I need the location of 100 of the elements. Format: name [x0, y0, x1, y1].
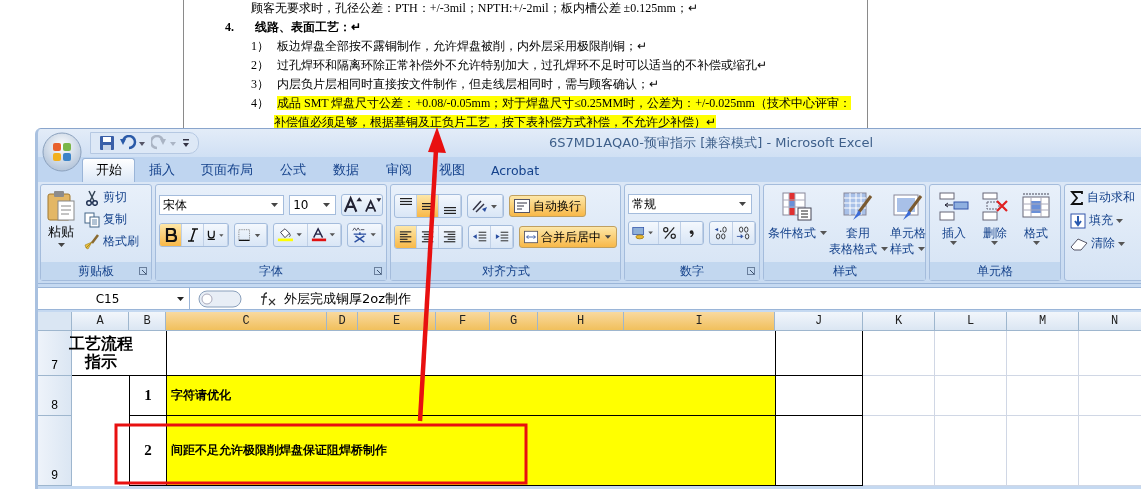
group-label: 数字: [680, 262, 704, 280]
ribbon-button[interactable]: 复制: [82, 210, 141, 229]
row-header[interactable]: 8: [38, 376, 72, 416]
decimal-icon: [713, 225, 729, 241]
paragraph-text: 成品 SMT 焊盘尺寸公差：+0.08/-0.05mm；对于焊盘尺寸≤0.25MM时，公差为：+/-0.025mm（技术中心评审：: [277, 96, 851, 110]
font-color-icon: [310, 227, 338, 243]
list-number: 1）: [251, 38, 270, 55]
paragraph-text: 过孔焊环和隔离环除正常补偿外不允许特别加大，过孔焊环不足时可以适当的不补偿或缩孔↵: [277, 58, 767, 72]
ribbon-button[interactable]: 清除: [1068, 234, 1141, 253]
currency-button[interactable]: [629, 222, 660, 244]
column-header[interactable]: J: [775, 312, 863, 331]
row-header[interactable]: 9: [38, 416, 72, 486]
list-number: 2）: [251, 57, 270, 74]
bold-button[interactable]: [160, 224, 182, 246]
customize-caret-icon[interactable]: [182, 138, 190, 148]
ribbon-tab[interactable]: 插入: [135, 158, 188, 182]
column-header[interactable]: N: [1079, 312, 1141, 331]
ribbon-tab[interactable]: 公式: [266, 158, 319, 182]
number-format-dropdown[interactable]: 常规: [628, 194, 752, 214]
align-left-button[interactable]: [395, 226, 418, 248]
column-header[interactable]: B: [129, 312, 166, 331]
ribbon-button[interactable]: 剪切: [82, 188, 141, 207]
clipboard-icon: [46, 190, 76, 222]
shrink-font-icon[interactable]: [362, 195, 382, 215]
wrap-text-button[interactable]: 自动换行: [509, 195, 586, 217]
ribbon-tab[interactable]: 数据: [319, 158, 372, 182]
table-brush-icon: [843, 192, 874, 222]
table-cell: 间距不足允许极限削焊盘保证阻焊桥制作: [166, 416, 775, 486]
formula-field[interactable]: 外层完成铜厚2oz制作: [284, 289, 412, 308]
delete-cells-icon: [980, 192, 1010, 222]
font-size-dropdown[interactable]: 10: [289, 195, 336, 215]
paste-button[interactable]: 粘贴: [44, 188, 78, 259]
column-header[interactable]: C: [166, 312, 327, 331]
heading-text: 线路、表面工艺：↵: [255, 20, 361, 34]
column-header[interactable]: H: [538, 312, 624, 331]
ribbon-tab[interactable]: 开始: [82, 158, 135, 182]
indent-icon: [493, 230, 510, 244]
decimal-icon: [735, 225, 751, 241]
caret-icon: [739, 202, 746, 206]
table-cell: [935, 331, 1007, 376]
borders-button[interactable]: [235, 224, 268, 246]
percent-icon: [662, 226, 678, 240]
bold-icon: [163, 228, 178, 242]
name-box[interactable]: C15: [38, 288, 190, 309]
group-label: 样式: [832, 262, 857, 280]
ribbon-tab[interactable]: 视图: [425, 158, 478, 182]
caret-icon: [880, 247, 888, 251]
formula-bar-handle[interactable]: [198, 289, 242, 308]
lines-icon: [398, 230, 414, 244]
table-cell: [863, 331, 935, 376]
insert-function-icon[interactable]: [260, 291, 276, 306]
column-header[interactable]: F: [436, 312, 490, 331]
angled-text-icon: [471, 198, 499, 214]
caret-icon: [819, 231, 827, 235]
column-header[interactable]: L: [935, 312, 1007, 331]
ribbon-button[interactable]: 删除: [979, 190, 1011, 247]
caret-icon: [1032, 241, 1040, 245]
dialog-launcher-icon[interactable]: [747, 267, 755, 275]
table-cell: [935, 416, 1007, 486]
caret-icon: [604, 234, 612, 240]
lines-icon: [443, 207, 456, 214]
merge-center-button[interactable]: 合并后居中: [519, 226, 617, 248]
group-label: 对齐方式: [481, 262, 530, 280]
scissors-icon: [84, 189, 100, 206]
dialog-launcher-icon[interactable]: [139, 267, 147, 275]
ribbon-button[interactable]: 条件格式: [767, 190, 828, 243]
column-header[interactable]: G: [490, 312, 538, 331]
save-icon[interactable]: [99, 135, 115, 151]
brush-icon: [84, 233, 100, 250]
group-label: 剪贴板: [78, 262, 114, 280]
caret-icon: [1118, 241, 1125, 246]
ribbon-button[interactable]: 单元格 样式: [888, 190, 927, 259]
column-header[interactable]: E: [358, 312, 436, 331]
paragraph-text: 板边焊盘全部按不露铜制作，允许焊盘被削，内外层采用极限削铜；↵: [277, 39, 647, 53]
ribbon-tab[interactable]: Acrobat: [478, 158, 552, 182]
column-header[interactable]: M: [1007, 312, 1079, 331]
ribbon-button[interactable]: 套用 表格格式: [827, 190, 889, 259]
grow-font-icon[interactable]: [341, 195, 363, 215]
column-header[interactable]: A: [72, 312, 129, 331]
font-name-dropdown[interactable]: 宋体: [159, 195, 285, 215]
money-icon: [632, 224, 656, 242]
ribbon-tab[interactable]: 审阅: [372, 158, 425, 182]
column-header[interactable]: D: [327, 312, 358, 331]
ribbon-button[interactable]: 填充: [1068, 211, 1141, 230]
column-header[interactable]: I: [624, 312, 775, 331]
lines-icon: [421, 202, 434, 210]
list-number: 4）: [251, 95, 270, 112]
ribbon-button[interactable]: 格式: [1020, 190, 1053, 247]
table-cell: [1007, 416, 1079, 486]
column-header[interactable]: K: [863, 312, 935, 331]
undo-icon[interactable]: [120, 135, 146, 151]
ribbon-tab[interactable]: 页面布局: [188, 158, 266, 182]
ribbon-button[interactable]: 插入: [937, 190, 970, 247]
ribbon-button[interactable]: 自动求和: [1068, 188, 1141, 207]
dialog-launcher-icon[interactable]: [374, 267, 382, 275]
table-cell: [863, 376, 935, 416]
paragraph-text: 补偿值必须足够，根据基铜及正负片工艺，按下表补偿方式补偿，不允许少补偿）↵: [274, 115, 716, 128]
ribbon-button[interactable]: 格式刷: [82, 232, 141, 251]
group-label: 字体: [259, 262, 283, 280]
paint-bucket-icon: [277, 227, 304, 243]
